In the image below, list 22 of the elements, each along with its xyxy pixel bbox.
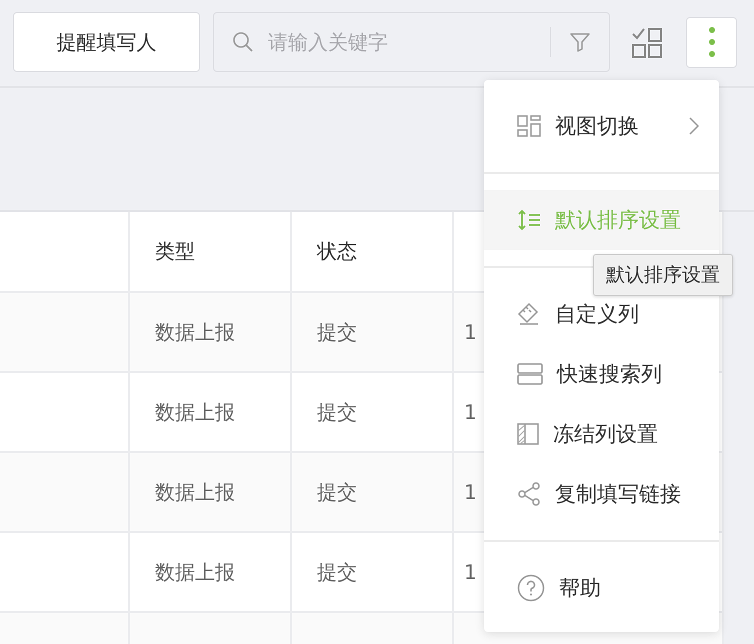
help-icon <box>517 574 545 602</box>
rows-icon <box>517 363 543 385</box>
more-icon <box>708 27 714 57</box>
table-cell: 提交 <box>291 292 453 372</box>
search-icon <box>232 31 254 53</box>
freeze-column-icon <box>517 423 539 445</box>
search-field[interactable]: 请输入关键字 <box>213 12 610 72</box>
filter-icon[interactable] <box>569 31 591 53</box>
share-icon <box>517 482 541 506</box>
ruler-icon <box>517 302 541 326</box>
sort-icon <box>517 209 541 231</box>
more-button[interactable] <box>686 16 737 68</box>
remind-button[interactable]: 提醒填写人 <box>13 12 200 72</box>
tooltip: 默认排序设置 <box>593 254 733 296</box>
layout-icon[interactable] <box>632 28 662 58</box>
menu-item[interactable]: 视图切换 <box>484 96 719 156</box>
table-cell: 数据上报 <box>129 452 291 532</box>
search-input[interactable]: 请输入关键字 <box>266 29 538 55</box>
layout-icon <box>517 115 541 137</box>
menu-item[interactable]: 复制填写链接 <box>484 464 719 524</box>
table-cell: 提交 <box>291 452 453 532</box>
table-cell: 数据上报 <box>129 292 291 372</box>
